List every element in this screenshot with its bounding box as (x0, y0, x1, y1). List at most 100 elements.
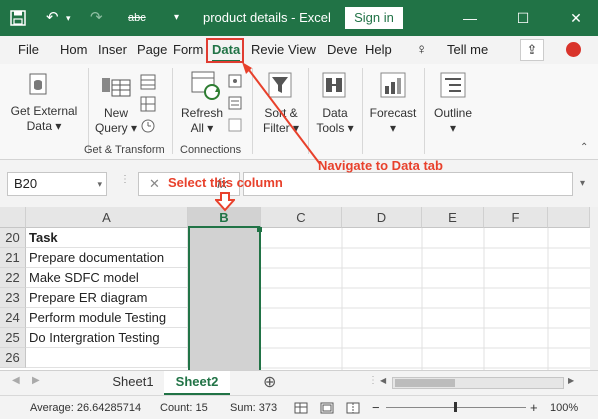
column-header-f[interactable]: F (484, 207, 548, 228)
from-table-icon[interactable] (140, 96, 156, 115)
horizontal-scroll-thumb[interactable] (395, 379, 455, 387)
ribbon-separator (172, 68, 173, 154)
table-cell[interactable]: Prepare ER diagram (26, 288, 188, 308)
row-header[interactable]: 20 (0, 228, 26, 248)
spelling-label[interactable]: abc (128, 0, 146, 36)
tell-me-search[interactable]: Tell me (447, 36, 488, 64)
zoom-slider-thumb[interactable] (454, 402, 457, 412)
smiley-feedback-icon[interactable] (566, 42, 581, 57)
tab-page-layout[interactable]: Page (137, 36, 167, 64)
row-header[interactable]: 21 (0, 248, 26, 268)
maximize-button[interactable]: ☐ (503, 0, 543, 36)
sheet-options-icon[interactable]: ⋮ (368, 375, 378, 386)
get-external-data-button[interactable]: Get External Data ▾ (4, 104, 84, 134)
save-icon[interactable] (10, 0, 26, 36)
table-cell[interactable]: Do Intergration Testing (26, 328, 188, 348)
customize-toolbar-icon[interactable]: ▾ (174, 0, 179, 36)
formula-bar-splitter-icon[interactable]: ⋮ (120, 174, 130, 185)
status-bar: Average: 26.64285714 Count: 15 Sum: 373 … (0, 395, 598, 419)
prev-sheet-icon[interactable]: ◀ (12, 375, 20, 386)
tab-insert[interactable]: Inser (98, 36, 127, 64)
refresh-icon (190, 70, 222, 105)
status-average: Average: 26.64285714 (30, 402, 142, 414)
lightbulb-icon[interactable]: ♀ (416, 36, 427, 64)
normal-view-icon[interactable] (294, 396, 308, 419)
recent-sources-icon[interactable] (140, 118, 156, 137)
annotation-down-arrow (215, 192, 235, 212)
vertical-scrollbar[interactable] (590, 207, 598, 370)
add-sheet-icon[interactable]: ⊕ (263, 372, 276, 392)
table-cell[interactable]: Task (26, 228, 188, 248)
next-sheet-icon[interactable]: ▶ (32, 375, 40, 386)
page-layout-view-icon[interactable] (320, 396, 334, 419)
sign-in-button[interactable]: Sign in (345, 7, 403, 29)
tab-home[interactable]: Hom (60, 36, 87, 64)
formula-input[interactable] (243, 172, 573, 196)
row-header[interactable]: 26 (0, 348, 26, 368)
sheet-tab-sheet2[interactable]: Sheet2 (164, 371, 230, 395)
new-query-icon (100, 70, 132, 105)
data-tools-icon (322, 72, 346, 101)
annotation-arrow-to-data-tab (242, 62, 321, 165)
expand-formula-bar-icon[interactable]: ▾ (580, 178, 585, 189)
zoom-level[interactable]: 100% (550, 396, 578, 419)
horizontal-scrollbar[interactable] (392, 377, 564, 389)
tab-help[interactable]: Help (365, 36, 392, 64)
zoom-slider[interactable] (386, 402, 526, 412)
tab-developer[interactable]: Deve (327, 36, 357, 64)
row-header[interactable]: 22 (0, 268, 26, 288)
column-header-d[interactable]: D (342, 207, 422, 228)
close-button[interactable]: ✕ (556, 0, 596, 36)
cancel-formula-icon[interactable]: ✕ (149, 176, 160, 192)
row-header[interactable]: 24 (0, 308, 26, 328)
selected-column-b (188, 228, 261, 370)
table-cell[interactable]: Prepare documentation (26, 248, 188, 268)
group-label-get-transform: Get & Transform (84, 144, 165, 156)
collapse-ribbon-icon[interactable]: ⌃ (580, 142, 588, 153)
column-header-e[interactable]: E (422, 207, 484, 228)
sheet-tab-sheet1[interactable]: Sheet1 (104, 371, 162, 395)
refresh-all-label-1: Refresh (180, 106, 224, 120)
group-label-connections: Connections (180, 144, 242, 156)
name-box-dropdown-icon[interactable]: ▾ (97, 173, 102, 195)
column-header-g[interactable] (548, 207, 590, 228)
row-header[interactable]: 25 (0, 328, 26, 348)
share-icon[interactable]: ⇪ (520, 39, 544, 61)
ribbon-separator (362, 68, 363, 154)
outline-icon (440, 72, 466, 101)
zoom-out-button[interactable]: − (372, 396, 380, 419)
name-box[interactable]: B20 ▾ (7, 172, 107, 196)
annotation-select-column: Select this column (168, 175, 283, 190)
refresh-all-label-2: All ▾ (190, 121, 214, 135)
column-header-a[interactable]: A (26, 207, 188, 228)
ribbon-separator (88, 68, 89, 154)
table-cell[interactable]: Perform module Testing (26, 308, 188, 328)
fill-handle[interactable] (257, 227, 262, 232)
ribbon-separator (424, 68, 425, 154)
minimize-button[interactable]: — (450, 0, 490, 36)
show-queries-icon[interactable] (140, 74, 156, 93)
column-header-c[interactable]: C (261, 207, 342, 228)
forecast-label-1: Forecast (369, 106, 417, 120)
tab-formulas[interactable]: Form (173, 36, 203, 64)
tab-file[interactable]: File (18, 36, 39, 64)
get-external-data-label-2: Data ▾ (26, 119, 62, 133)
redo-icon[interactable]: ↷ (90, 0, 103, 36)
outline-button[interactable]: Outline ▾ (426, 106, 480, 136)
new-query-label-2: Query ▾ (94, 121, 138, 135)
refresh-all-button[interactable]: Refresh All ▾ (178, 106, 226, 136)
row-header[interactable]: 23 (0, 288, 26, 308)
table-cell[interactable]: Make SDFC model (26, 268, 188, 288)
select-all-corner[interactable] (0, 207, 26, 228)
undo-icon[interactable]: ↶ (46, 0, 59, 36)
forecast-button[interactable]: Forecast ▾ (366, 106, 420, 136)
new-query-button[interactable]: New Query ▾ (90, 106, 142, 136)
table-cell[interactable] (26, 348, 188, 368)
sheet-tabs-bar: ◀ ▶ Sheet1 Sheet2 ⊕ ⋮ ◀ ▶ (0, 370, 598, 395)
spreadsheet-grid: A B C D E F 20 Task 21 Prepare documenta… (0, 207, 590, 370)
undo-dropdown-icon[interactable]: ▾ (66, 0, 71, 36)
scroll-left-icon[interactable]: ◀ (380, 376, 386, 385)
scroll-right-icon[interactable]: ▶ (568, 376, 574, 385)
zoom-in-button[interactable]: + (530, 396, 538, 419)
page-break-view-icon[interactable] (346, 396, 360, 419)
